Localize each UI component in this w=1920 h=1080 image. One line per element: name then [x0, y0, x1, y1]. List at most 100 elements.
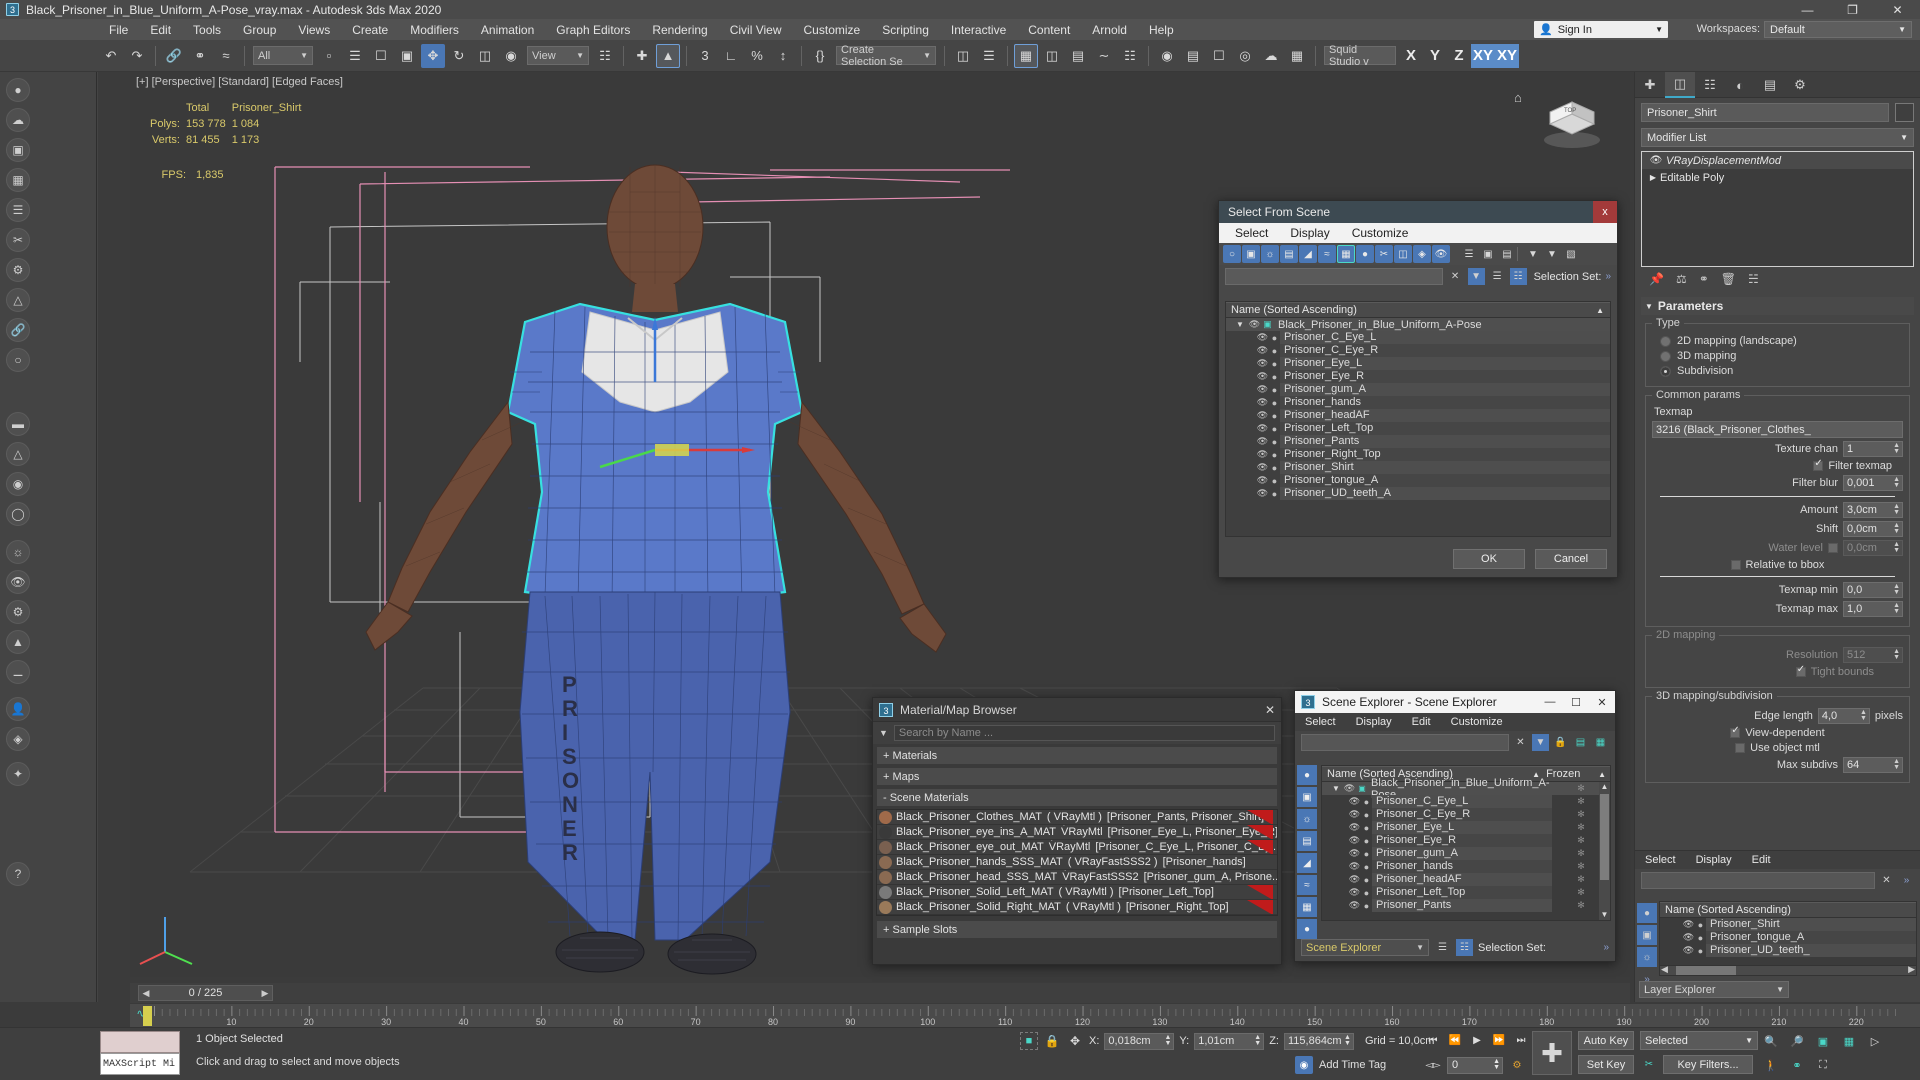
group-icon[interactable]: ▣: [1356, 784, 1368, 793]
hierarchy-tab[interactable]: ☷: [1695, 72, 1725, 98]
select-object-icon[interactable]: ▫: [317, 44, 341, 68]
se-menu-display[interactable]: Display: [1356, 716, 1392, 728]
eye-icon[interactable]: 👁: [1682, 932, 1695, 943]
menu-file[interactable]: File: [98, 21, 139, 39]
maxscript-mini-listener[interactable]: MAXScript Mi: [100, 1031, 180, 1077]
spinner-arrows-icon[interactable]: ▲ ▼: [1893, 503, 1900, 516]
sort-ascending-icon[interactable]: ▲: [1596, 306, 1610, 315]
rail-particle-icon[interactable]: ◈: [6, 727, 30, 751]
rail-rect-icon[interactable]: ▬: [6, 412, 30, 436]
display-layers-icon[interactable]: ▤: [1498, 245, 1516, 263]
select-and-move-icon[interactable]: ✥: [421, 43, 445, 68]
selection-lock-icon[interactable]: 🔒: [1043, 1032, 1061, 1050]
field-of-view-icon[interactable]: ▷: [1864, 1031, 1886, 1051]
home-icon[interactable]: ⌂: [1514, 90, 1530, 106]
texmap-max-spinner[interactable]: 1,0 ▲ ▼: [1843, 601, 1903, 617]
eye-icon[interactable]: 👁: [1256, 371, 1269, 382]
make-unique-icon[interactable]: ⚭: [1699, 272, 1709, 286]
filter-geometry-icon[interactable]: ○: [1223, 245, 1241, 263]
next-frame-icon[interactable]: ⏩: [1490, 1031, 1508, 1049]
eye-icon[interactable]: 👁: [1256, 436, 1269, 447]
layer-explorer-list[interactable]: Name (Sorted Ascending) 👁 ● Prisoner_Shi…: [1659, 901, 1917, 967]
eye-icon[interactable]: 👁: [1248, 319, 1261, 330]
filter-geometry-icon[interactable]: ●: [1297, 765, 1317, 785]
modifier-stack[interactable]: 👁 VRayDisplacementMod ▶ Editable Poly: [1641, 151, 1914, 267]
percent-snap-toggle-icon[interactable]: %: [745, 44, 769, 68]
modifier-stack-item-vraydisplacementmod[interactable]: 👁 VRayDisplacementMod: [1642, 152, 1913, 169]
list-item[interactable]: 👁 ● Prisoner_Right_Top: [1226, 448, 1610, 461]
object-name-field[interactable]: Prisoner_Shirt: [1641, 103, 1889, 122]
menu-create[interactable]: Create: [341, 21, 399, 39]
water-level-spinner[interactable]: 0,0cm ▲ ▼: [1843, 540, 1903, 556]
selection-filter-combo[interactable]: All ▼: [253, 46, 313, 65]
rail-grid-icon[interactable]: ▦: [6, 168, 30, 192]
walkthrough-icon[interactable]: 🚶: [1760, 1055, 1782, 1075]
scrollbar-thumb[interactable]: [1676, 966, 1736, 975]
rail-burst-icon[interactable]: ✦: [6, 762, 30, 786]
list-item-root[interactable]: ▼ 👁 ▣ Black_Prisoner_in_Blue_Uniform_A-P…: [1226, 318, 1610, 331]
rail-eye-icon[interactable]: 👁: [6, 570, 30, 594]
toggle-scene-explorer-icon[interactable]: ▦: [1014, 43, 1038, 68]
relative-to-bbox-checkbox[interactable]: [1730, 560, 1741, 570]
se-menu-edit[interactable]: Edit: [1412, 716, 1431, 728]
rail-sphere-icon[interactable]: ◉: [6, 472, 30, 496]
filter-toggle-icon[interactable]: ▼: [1467, 268, 1485, 285]
ok-button[interactable]: OK: [1453, 549, 1525, 569]
eye-icon[interactable]: 👁: [1682, 919, 1695, 930]
scene-root-icon[interactable]: ▧: [1562, 245, 1580, 263]
list-item[interactable]: 👁 ● Prisoner_Eye_R ✻: [1322, 834, 1610, 847]
menu-interactive[interactable]: Interactive: [940, 21, 1017, 39]
list-item[interactable]: 👁 ● Prisoner_gum_A: [1226, 383, 1610, 396]
filter-shapes-icon[interactable]: ▣: [1242, 245, 1260, 263]
named-selection-set-combo[interactable]: Create Selection Se ▼: [836, 44, 936, 68]
filter-groups-icon[interactable]: ▦: [1297, 897, 1317, 917]
list-item[interactable]: 👁 ● Prisoner_hands ✻: [1322, 860, 1610, 873]
axis-xy-button[interactable]: XY: [1471, 43, 1495, 68]
material-map-browser[interactable]: 3 Material/Map Browser ✕ ▼ Search by Nam…: [872, 697, 1282, 965]
eye-icon[interactable]: 👁: [1256, 423, 1269, 434]
time-slider-handle[interactable]: ◀ 0 / 225 ▶: [138, 985, 273, 1001]
filter-cameras-icon[interactable]: ▤: [1297, 831, 1317, 851]
object-color-swatch[interactable]: [1895, 103, 1914, 122]
eye-icon[interactable]: 👁: [1348, 887, 1361, 898]
go-to-end-icon[interactable]: ⏭: [1512, 1031, 1530, 1049]
zoom-region-icon[interactable]: ▦: [1838, 1031, 1860, 1051]
clear-search-icon[interactable]: ✕: [1512, 734, 1529, 751]
window-crossing-icon[interactable]: ▣: [395, 44, 419, 68]
list-item[interactable]: 👁 ● Prisoner_tongue_A: [1226, 474, 1610, 487]
set-keys-button[interactable]: ✚: [1532, 1031, 1572, 1075]
configure-modifier-sets-icon[interactable]: ☵: [1748, 272, 1759, 286]
key-tangent-icon[interactable]: ✂: [1640, 1056, 1658, 1074]
key-mode-combo[interactable]: Selected ▼: [1640, 1031, 1758, 1050]
more-options-icon[interactable]: »: [1605, 271, 1611, 282]
more-options-icon[interactable]: »: [1603, 942, 1609, 953]
filter-bones-icon[interactable]: ✂: [1375, 245, 1393, 263]
expand-arrow-icon[interactable]: ▶: [1646, 173, 1660, 182]
selection-lock-region-icon[interactable]: ■: [1020, 1032, 1038, 1050]
selection-dot-icon[interactable]: ●: [1361, 862, 1372, 872]
edge-length-spinner[interactable]: 4,0 ▲ ▼: [1817, 708, 1870, 724]
axis-y-button[interactable]: Y: [1423, 44, 1447, 68]
auto-key-button[interactable]: Auto Key: [1578, 1031, 1634, 1050]
menu-graph-editors[interactable]: Graph Editors: [545, 21, 641, 39]
eye-icon[interactable]: 👁: [1348, 835, 1361, 846]
selection-dot-icon[interactable]: ●: [1269, 385, 1280, 395]
coord-x-input[interactable]: 0,018cm ▲ ▼: [1104, 1032, 1175, 1050]
material-list-item[interactable]: Black_Prisoner_Solid_Right_MAT ( VRayMtl …: [877, 900, 1277, 915]
list-item[interactable]: 👁 ● Prisoner_Eye_L ✻: [1322, 821, 1610, 834]
sfs-menu-customize[interactable]: Customize: [1352, 226, 1409, 240]
maximize-button[interactable]: ☐: [1563, 691, 1589, 713]
scene-explorer-search-input[interactable]: [1301, 734, 1509, 751]
view-cube[interactable]: TOP: [1536, 90, 1608, 152]
list-item[interactable]: 👁 ● Prisoner_UD_teeth_A: [1226, 487, 1610, 500]
spinner-arrows-icon[interactable]: ▲ ▼: [1164, 1034, 1171, 1047]
selection-dot-icon[interactable]: ●: [1269, 437, 1280, 447]
list-item[interactable]: 👁 ● Prisoner_Left_Top: [1226, 422, 1610, 435]
show-end-result-icon[interactable]: ⚖: [1676, 272, 1687, 286]
selection-dot-icon[interactable]: ●: [1269, 450, 1280, 460]
amount-spinner[interactable]: 3,0cm ▲ ▼: [1843, 502, 1903, 518]
select-from-scene-list[interactable]: Name (Sorted Ascending) ▲ ▼ 👁 ▣ Black_Pr…: [1225, 301, 1611, 537]
minimize-button[interactable]: —: [1785, 0, 1830, 19]
bind-to-space-warp-icon[interactable]: ≈: [214, 44, 238, 68]
scene-explorer-vscrollbar[interactable]: ▲ ▼: [1599, 782, 1610, 920]
